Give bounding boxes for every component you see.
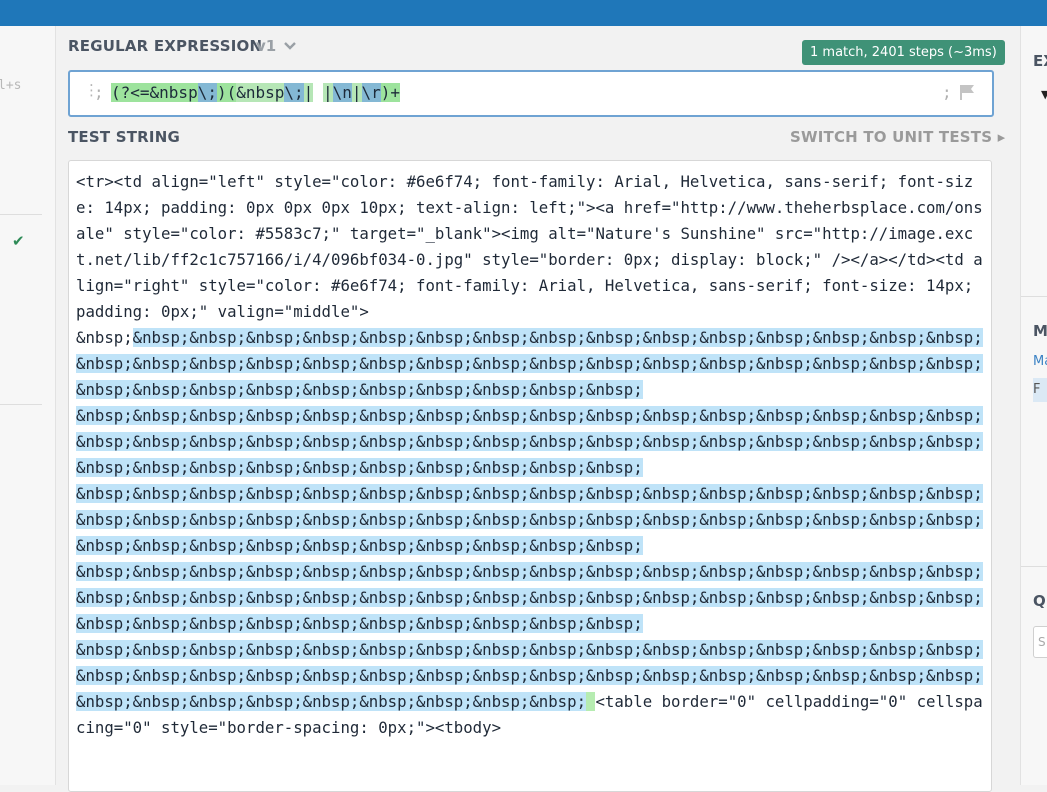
top-bar (0, 0, 1047, 26)
match-highlight: &nbsp;&nbsp;&nbsp;&nbsp;&nbsp;&nbsp;&nbs… (76, 328, 983, 399)
regex-token: \; (197, 83, 217, 102)
regex-token: \r (361, 83, 381, 102)
regex-section-title: REGULAR EXPRESSION (68, 37, 263, 55)
regex-token: \; (284, 83, 304, 102)
match-row[interactable]: F (1033, 378, 1047, 402)
regex-token (313, 83, 323, 102)
match-info-badge[interactable]: 1 match, 2401 steps (~3ms) (802, 40, 1005, 65)
editor-main: REGULAR EXPRESSION v1 1 match, 2401 step… (56, 26, 1008, 792)
chevron-down-icon (284, 42, 297, 50)
quick-reference-search[interactable]: S (1033, 626, 1047, 658)
regex-delimiter-open: ; (94, 83, 104, 102)
right-sidebar: EX ▼ M Ma F Q S (1020, 26, 1047, 785)
regex-pattern[interactable]: (?<=&nbsp\;)(&nbsp\;| |\n|\r)+ (111, 83, 401, 103)
test-string-title: TEST STRING (68, 128, 180, 146)
match-highlight: &nbsp;&nbsp;&nbsp;&nbsp;&nbsp;&nbsp;&nbs… (76, 562, 983, 633)
panel-divider (1021, 566, 1047, 567)
regex-token: | (322, 83, 333, 102)
quick-reference-title: Q (1033, 592, 1046, 610)
left-sidebar: l+s ✔ (0, 26, 56, 785)
match-highlight: &nbsp;&nbsp;&nbsp;&nbsp;&nbsp;&nbsp;&nbs… (76, 484, 983, 555)
switch-to-unit-tests-link[interactable]: SWITCH TO UNIT TESTS ▸ (790, 128, 1005, 146)
regex-token: )( (216, 83, 237, 102)
test-string-editor[interactable]: <tr><td align="left" style="color: #6e6f… (68, 160, 992, 792)
check-icon: ✔ (12, 232, 25, 250)
search-placeholder: S (1038, 635, 1046, 649)
regex-token: | (351, 83, 362, 102)
match-information-title: M (1033, 322, 1047, 340)
sidebar-divider (0, 214, 42, 215)
match-info-link[interactable]: Ma (1033, 354, 1047, 369)
regex-delimiter-close: ; (942, 83, 952, 102)
regex-token: (?<= (111, 83, 150, 102)
regex-token: &nbsp (236, 83, 285, 102)
regex-flags-summary[interactable]: l+s (0, 78, 21, 93)
regex-token: \n (332, 83, 352, 102)
test-text-before: <tr><td align="left" style="color: #6e6f… (76, 172, 983, 347)
flag-icon[interactable] (958, 84, 976, 100)
panel-divider (1021, 296, 1047, 297)
sidebar-divider (0, 404, 42, 405)
version-selector[interactable]: v1 (256, 37, 297, 55)
test-string-content[interactable]: <tr><td align="left" style="color: #6e6f… (76, 169, 988, 741)
regex-token: | (303, 83, 314, 102)
regex-token: )+ (380, 83, 401, 102)
match-row-label: F (1033, 382, 1041, 397)
explanation-title: EX (1033, 52, 1047, 70)
caret-down-icon[interactable]: ▼ (1041, 88, 1047, 101)
regex-token: &nbsp (149, 83, 198, 102)
version-label: v1 (256, 37, 277, 55)
regex-input[interactable]: ⋮ ; (?<=&nbsp\;)(&nbsp\;| |\n|\r)+ ; (68, 70, 994, 117)
match-highlight: &nbsp;&nbsp;&nbsp;&nbsp;&nbsp;&nbsp;&nbs… (76, 406, 983, 477)
